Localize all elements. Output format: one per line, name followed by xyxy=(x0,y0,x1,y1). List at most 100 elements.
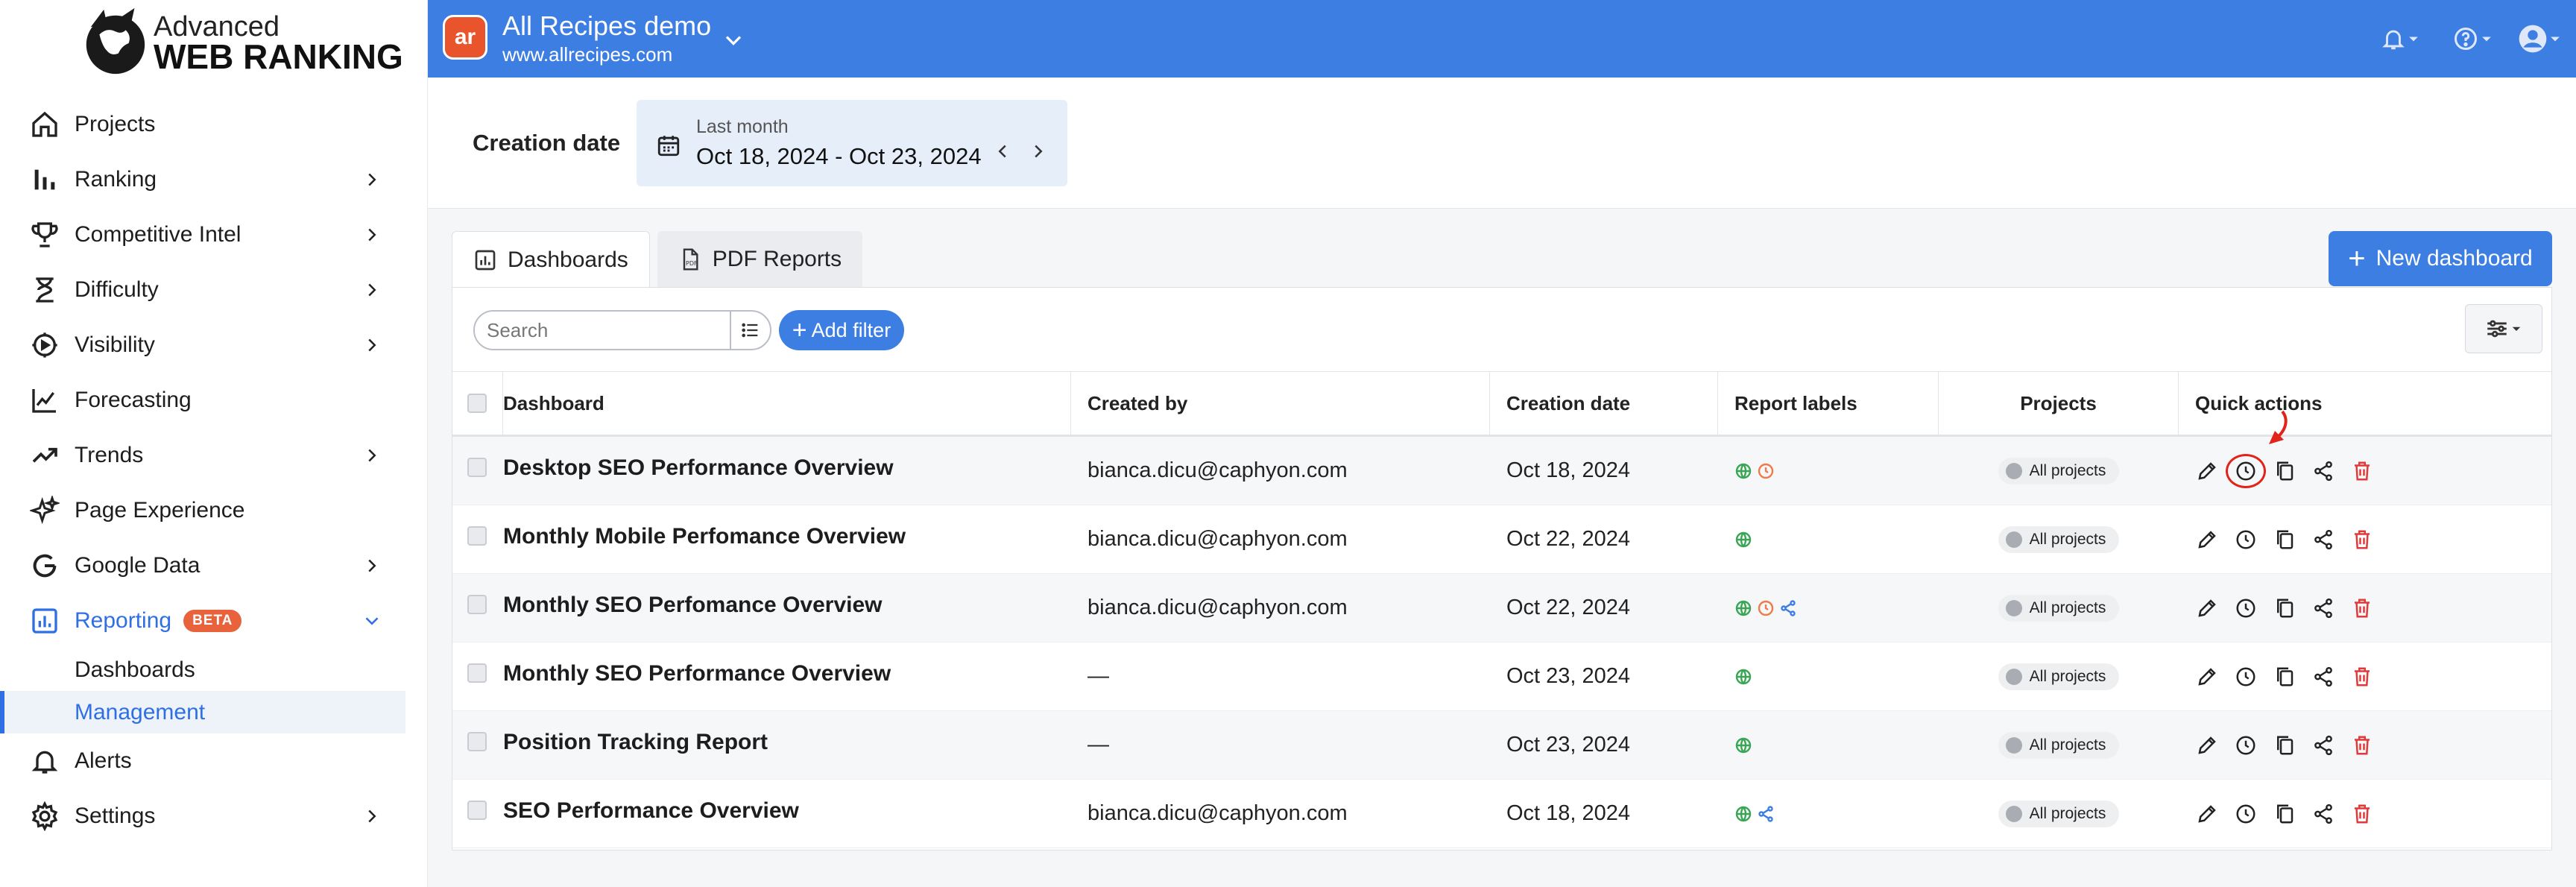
delete-icon[interactable] xyxy=(2350,528,2374,552)
delete-icon[interactable] xyxy=(2350,665,2374,689)
nav-item-alerts[interactable]: Alerts xyxy=(0,733,428,789)
project-avatar[interactable]: ar xyxy=(443,15,487,60)
projects-cell: All projects xyxy=(1939,780,2179,847)
dashboard-name-link[interactable]: Position Tracking Report xyxy=(503,730,768,755)
duplicate-icon[interactable] xyxy=(2273,665,2296,689)
column-header-dashboard[interactable]: Dashboard xyxy=(503,372,1071,435)
schedule-clock-icon[interactable] xyxy=(2234,733,2258,757)
dashboard-name-link[interactable]: Monthly SEO Performance Overview xyxy=(503,661,891,686)
column-header-created-by[interactable]: Created by xyxy=(1071,372,1490,435)
schedule-clock-icon[interactable] xyxy=(2234,802,2258,826)
row-checkbox[interactable] xyxy=(467,732,487,751)
project-name[interactable]: All Recipes demo xyxy=(502,10,711,42)
new-dashboard-button[interactable]: + New dashboard xyxy=(2329,231,2552,286)
row-select-cell xyxy=(452,574,503,642)
column-header-creation-date[interactable]: Creation date xyxy=(1490,372,1718,435)
duplicate-icon[interactable] xyxy=(2273,596,2296,620)
projects-chip: All projects xyxy=(1998,663,2120,690)
share-icon[interactable] xyxy=(2311,596,2335,620)
nav-item-visibility[interactable]: Visibility xyxy=(0,318,428,373)
previous-period-chevron-icon[interactable] xyxy=(991,140,1014,162)
share-icon[interactable] xyxy=(2311,665,2335,689)
edit-icon[interactable] xyxy=(2195,665,2219,689)
select-all-cell xyxy=(452,372,503,435)
nav-item-projects[interactable]: Projects xyxy=(0,97,428,152)
globe-label-icon xyxy=(1734,668,1752,686)
next-period-chevron-icon[interactable] xyxy=(1027,140,1049,162)
table-row[interactable]: Monthly SEO Perfomance Overview bianca.d… xyxy=(452,574,2551,643)
projects-cell: All projects xyxy=(1939,505,2179,573)
table-row[interactable]: Desktop SEO Performance Overview bianca.… xyxy=(452,437,2551,505)
select-all-checkbox[interactable] xyxy=(467,394,487,413)
search-options-button[interactable] xyxy=(730,312,770,349)
tab-pdf-reports[interactable]: PDF PDF Reports xyxy=(657,231,863,288)
edit-icon[interactable] xyxy=(2195,802,2219,826)
nav-item-difficulty[interactable]: Difficulty xyxy=(0,262,428,318)
nav-item-settings[interactable]: Settings xyxy=(0,789,428,844)
edit-icon[interactable] xyxy=(2195,459,2219,483)
duplicate-icon[interactable] xyxy=(2273,733,2296,757)
delete-icon[interactable] xyxy=(2350,459,2374,483)
delete-icon[interactable] xyxy=(2350,733,2374,757)
row-checkbox[interactable] xyxy=(467,595,487,614)
share-icon[interactable] xyxy=(2311,733,2335,757)
row-checkbox[interactable] xyxy=(467,801,487,820)
nav-item-forecasting[interactable]: Forecasting xyxy=(0,373,428,428)
table-row[interactable]: SEO Performance Overview bianca.dicu@cap… xyxy=(452,780,2551,848)
dashboard-name-link[interactable]: SEO Performance Overview xyxy=(503,798,799,824)
dashboards-panel: + Add filter Dashboard Created by Creati… xyxy=(452,287,2552,850)
search-input[interactable] xyxy=(475,312,730,349)
add-filter-button[interactable]: + Add filter xyxy=(779,310,904,350)
schedule-clock-icon[interactable] xyxy=(2226,453,2266,488)
logo[interactable]: Advanced WEB RANKING xyxy=(78,4,403,79)
edit-icon[interactable] xyxy=(2195,528,2219,552)
nav-item-trends[interactable]: Trends xyxy=(0,428,428,483)
nav-item-competitive-intel[interactable]: Competitive Intel xyxy=(0,207,428,262)
duplicate-icon[interactable] xyxy=(2273,802,2296,826)
nav-item-google-data[interactable]: Google Data xyxy=(0,538,428,593)
projects-chip: All projects xyxy=(1998,457,2120,484)
nav-item-reporting[interactable]: Reporting BETA xyxy=(0,593,428,648)
delete-icon[interactable] xyxy=(2350,802,2374,826)
delete-icon[interactable] xyxy=(2350,596,2374,620)
sub-item-dashboards[interactable]: Dashboards xyxy=(0,648,428,691)
dashboard-name-link[interactable]: Monthly Mobile Perfomance Overview xyxy=(503,524,906,549)
row-checkbox[interactable] xyxy=(467,663,487,683)
help-button[interactable] xyxy=(2452,22,2494,55)
project-dot-icon xyxy=(2005,599,2022,616)
projects-chip-label: All projects xyxy=(2029,667,2106,685)
creation-date-cell: Oct 18, 2024 xyxy=(1506,801,1631,825)
notifications-button[interactable] xyxy=(2381,22,2421,55)
edit-icon[interactable] xyxy=(2195,733,2219,757)
projects-chip-label: All projects xyxy=(2029,804,2106,822)
table-row[interactable]: Position Tracking Report — Oct 23, 2024 … xyxy=(452,711,2551,780)
row-checkbox[interactable] xyxy=(467,458,487,477)
duplicate-icon[interactable] xyxy=(2273,528,2296,552)
nav-item-ranking[interactable]: Ranking xyxy=(0,152,428,207)
table-row[interactable]: Monthly Mobile Perfomance Overview bianc… xyxy=(452,505,2551,574)
sub-item-management[interactable]: Management xyxy=(0,691,405,733)
row-checkbox[interactable] xyxy=(467,526,487,546)
table-row[interactable]: Monthly SEO Performance Overview — Oct 2… xyxy=(452,643,2551,711)
schedule-clock-icon[interactable] xyxy=(2234,596,2258,620)
tab-dashboards[interactable]: Dashboards xyxy=(452,231,650,288)
project-switcher-chevron-icon[interactable] xyxy=(720,27,747,54)
google-icon xyxy=(28,549,61,582)
nav-item-page-experience[interactable]: Page Experience xyxy=(0,483,428,538)
nav-label: Visibility xyxy=(75,332,155,357)
schedule-clock-icon[interactable] xyxy=(2234,665,2258,689)
report-labels-cell xyxy=(1718,643,1939,710)
user-menu-button[interactable] xyxy=(2518,22,2563,55)
column-settings-button[interactable] xyxy=(2465,304,2542,353)
edit-icon[interactable] xyxy=(2195,596,2219,620)
share-icon[interactable] xyxy=(2311,802,2335,826)
duplicate-icon[interactable] xyxy=(2273,459,2296,483)
share-icon[interactable] xyxy=(2311,528,2335,552)
dashboard-name-link[interactable]: Desktop SEO Performance Overview xyxy=(503,455,894,481)
column-header-projects[interactable]: Projects xyxy=(1939,372,2179,435)
dashboard-name-link[interactable]: Monthly SEO Perfomance Overview xyxy=(503,593,883,618)
share-icon[interactable] xyxy=(2311,459,2335,483)
chevron-right-icon xyxy=(361,224,383,246)
column-header-report-labels[interactable]: Report labels xyxy=(1718,372,1939,435)
schedule-clock-icon[interactable] xyxy=(2234,528,2258,552)
